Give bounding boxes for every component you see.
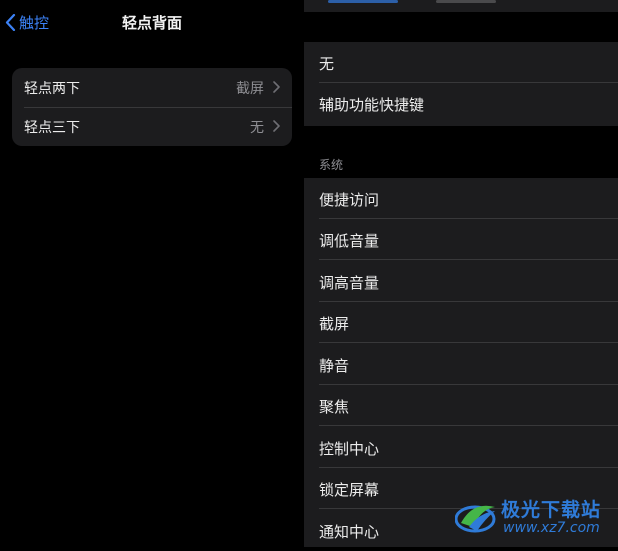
system-option-row[interactable]: 截屏 — [304, 302, 618, 343]
option-row[interactable]: 无 — [304, 42, 618, 83]
double-tap-value: 截屏 — [236, 81, 264, 97]
system-option-label: 聚焦 — [319, 398, 350, 416]
row-divider — [319, 342, 618, 343]
cropped-navigation-bar — [304, 0, 618, 12]
watermark-name: 极光下载站 — [501, 499, 602, 521]
top-options-group: 无 辅助功能快捷键 — [304, 42, 618, 126]
system-option-row[interactable]: 便捷访问 — [304, 178, 618, 219]
system-option-label: 调低音量 — [319, 232, 380, 250]
tap-back-screen: 触控 轻点背面 轻点两下 截屏 轻点三下 无 — [0, 0, 304, 547]
system-option-label: 截屏 — [319, 315, 350, 333]
system-section-header: 系统 — [319, 158, 344, 172]
chevron-right-icon — [273, 81, 280, 93]
system-option-label: 锁定屏幕 — [319, 481, 380, 499]
aurora-logo-icon — [455, 505, 496, 533]
double-tap-row[interactable]: 轻点两下 截屏 — [12, 68, 292, 107]
tap-options-group: 轻点两下 截屏 轻点三下 无 — [12, 68, 292, 146]
system-option-label: 便捷访问 — [319, 191, 380, 209]
cropped-title-text — [436, 0, 496, 3]
option-accessibility-shortcut-label: 辅助功能快捷键 — [319, 96, 425, 114]
cropped-back-text — [328, 0, 398, 3]
site-watermark: 极光下载站 www.xz7.com — [455, 491, 615, 541]
system-option-row[interactable]: 调高音量 — [304, 261, 618, 302]
row-divider — [319, 259, 618, 260]
page-title: 轻点背面 — [121, 14, 182, 32]
chevron-right-icon — [273, 120, 280, 132]
system-option-label: 通知中心 — [319, 523, 380, 541]
system-option-row[interactable]: 控制中心 — [304, 427, 618, 468]
action-picker-screen: 无 辅助功能快捷键 系统 便捷访问 调低音量 调高音量 截屏 静音 聚焦 控制中… — [304, 0, 618, 547]
option-none-label: 无 — [319, 55, 335, 73]
triple-tap-row[interactable]: 轻点三下 无 — [12, 107, 292, 146]
system-option-label: 静音 — [319, 357, 350, 375]
navigation-bar: 触控 轻点背面 — [0, 0, 304, 46]
double-tap-label: 轻点两下 — [24, 81, 80, 97]
system-option-row[interactable]: 聚焦 — [304, 385, 618, 426]
watermark-url: www.xz7.com — [503, 520, 600, 536]
row-divider — [319, 425, 618, 426]
triple-tap-value: 无 — [250, 120, 264, 136]
system-option-label: 调高音量 — [319, 274, 380, 292]
system-option-row[interactable]: 调低音量 — [304, 219, 618, 260]
system-option-row[interactable]: 静音 — [304, 344, 618, 385]
triple-tap-label: 轻点三下 — [24, 120, 80, 136]
system-option-label: 控制中心 — [319, 440, 380, 458]
option-row[interactable]: 辅助功能快捷键 — [304, 83, 618, 124]
